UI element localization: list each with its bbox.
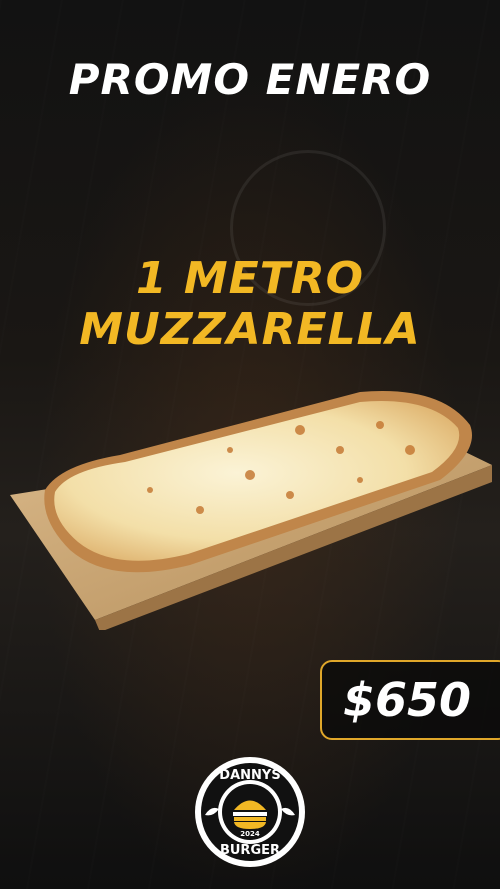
- product-name: 1 METRO MUZZARELLA: [79, 253, 421, 355]
- pizza-image: [10, 390, 492, 630]
- dannys-burger-logo: DANNYS 2024 BURGER: [195, 757, 305, 867]
- logo-top-text: DANNYS: [219, 768, 280, 783]
- price-box: $650: [320, 660, 500, 740]
- promo-title: PROMO ENERO: [68, 55, 432, 104]
- logo-year: 2024: [240, 830, 260, 838]
- price-label: $650: [342, 673, 472, 727]
- logo-bottom-text: BURGER: [220, 843, 280, 858]
